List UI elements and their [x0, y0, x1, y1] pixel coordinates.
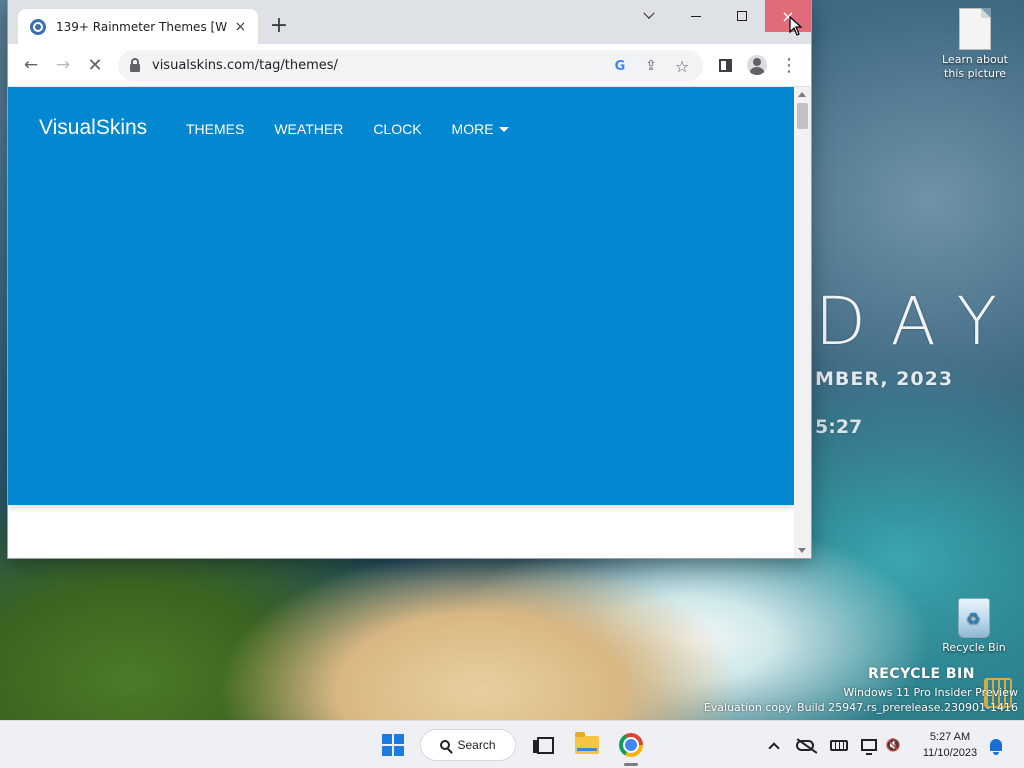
show-hidden-icons-button[interactable] — [764, 733, 784, 757]
close-window-button[interactable]: × — [765, 0, 811, 32]
back-button[interactable]: ← — [17, 51, 45, 79]
chrome-taskbar-button[interactable] — [616, 729, 646, 761]
maximize-button[interactable] — [719, 0, 765, 32]
tab-strip: 139+ Rainmeter Themes [Windows × + × — [8, 0, 811, 44]
taskbar-search-button[interactable]: Search — [420, 729, 516, 761]
cloud-off-icon — [796, 739, 814, 751]
nav-link-themes[interactable]: THEMES — [186, 121, 244, 137]
nav-more-label: MORE — [451, 121, 494, 137]
desktop-icon-label: Recycle Bin — [942, 641, 1006, 654]
minimize-button[interactable] — [673, 0, 719, 32]
page-scrollbar[interactable] — [794, 87, 811, 558]
taskbar: Search 🔇 5:27 AM 11/10/2023 — [0, 720, 1024, 768]
page-viewport: VisualSkins THEMES WEATHER CLOCK MORE — [8, 87, 811, 558]
caret-down-icon — [498, 126, 509, 132]
wallpaper-day-text: DAY — [815, 283, 1024, 360]
wallpaper-recycle-text: RECYCLE BIN — [868, 666, 975, 682]
taskbar-clock[interactable]: 5:27 AM 11/10/2023 — [914, 729, 986, 761]
scrollbar-thumb[interactable] — [797, 103, 808, 129]
volume-button[interactable]: 🔇 — [882, 733, 904, 757]
forward-button[interactable]: → — [49, 51, 77, 79]
bell-icon — [990, 739, 1002, 755]
site-favicon-icon — [30, 18, 46, 35]
site-header: VisualSkins THEMES WEATHER CLOCK MORE — [8, 87, 794, 505]
windows-logo-icon — [382, 734, 404, 756]
folder-icon — [575, 732, 599, 754]
google-lens-icon[interactable]: G — [609, 55, 631, 77]
scroll-up-arrow-icon[interactable] — [798, 92, 806, 97]
minimize-icon — [691, 15, 701, 17]
browser-menu-button[interactable]: ⋮ — [775, 51, 803, 79]
taskbar-search-label: Search — [457, 738, 496, 752]
nav-link-weather[interactable]: WEATHER — [274, 121, 343, 137]
nav-link-clock[interactable]: CLOCK — [373, 121, 421, 137]
side-panel-button[interactable] — [711, 51, 739, 79]
running-indicator — [624, 763, 638, 766]
start-button[interactable] — [378, 729, 408, 761]
side-panel-icon — [718, 58, 732, 72]
file-icon — [959, 8, 991, 50]
onedrive-offline-button[interactable] — [794, 733, 816, 757]
browser-toolbar: ← → ✕ visualskins.com/tag/themes/ G ⇪ ☆ … — [8, 44, 811, 87]
search-icon — [440, 740, 451, 750]
site-brand-link[interactable]: VisualSkins — [39, 116, 147, 140]
network-display-icon — [861, 739, 877, 755]
notifications-button[interactable] — [986, 733, 1006, 757]
site-nav: THEMES WEATHER CLOCK MORE — [186, 121, 539, 137]
tab-close-button[interactable]: × — [233, 19, 248, 35]
task-view-button[interactable] — [528, 729, 556, 761]
chevron-up-icon — [768, 741, 780, 754]
tab-rainmeter-themes[interactable]: 139+ Rainmeter Themes [Windows × — [18, 9, 258, 44]
profile-button[interactable] — [743, 51, 771, 79]
browser-window: 139+ Rainmeter Themes [Windows × + × ← →… — [8, 0, 811, 558]
stop-loading-button[interactable]: ✕ — [81, 51, 109, 79]
profile-avatar-icon — [747, 55, 767, 75]
bookmark-star-icon[interactable]: ☆ — [671, 55, 693, 77]
url-text[interactable]: visualskins.com/tag/themes/ — [152, 58, 338, 73]
file-explorer-button[interactable] — [572, 729, 602, 761]
task-view-icon — [533, 737, 554, 754]
keyboard-icon — [830, 739, 848, 751]
maximize-icon — [737, 11, 747, 21]
nav-link-more[interactable]: MORE — [452, 121, 509, 137]
wallpaper-date-text: MBER, 2023 — [815, 368, 954, 390]
clock-time: 5:27 AM — [929, 731, 971, 743]
lock-icon[interactable] — [130, 57, 140, 72]
share-icon[interactable]: ⇪ — [640, 55, 662, 77]
recycle-bin-icon: ♻ — [958, 598, 990, 638]
address-bar[interactable]: visualskins.com/tag/themes/ G ⇪ ☆ — [118, 50, 703, 81]
wallpaper-time-text: 5:27 — [815, 416, 863, 438]
desktop-icon-recycle-bin[interactable]: ♻ Recycle Bin — [936, 598, 1012, 655]
scroll-down-arrow-icon[interactable] — [798, 548, 806, 553]
chevron-down-icon — [643, 7, 655, 19]
clock-date: 11/10/2023 — [922, 747, 978, 759]
desktop-icon-label: Learn about this picture — [942, 53, 1008, 80]
watermark-edition: Windows 11 Pro Insider Preview — [843, 686, 1018, 699]
network-button[interactable] — [858, 733, 880, 757]
watermark-build: Evaluation copy. Build 25947.rs_prerelea… — [703, 701, 1018, 714]
tab-title: 139+ Rainmeter Themes [Windows — [56, 19, 227, 34]
chrome-icon — [619, 733, 643, 757]
desktop-icon-learn-picture[interactable]: Learn about this picture — [937, 8, 1013, 81]
new-tab-button[interactable]: + — [268, 13, 290, 38]
tab-search-button[interactable] — [626, 0, 672, 32]
input-indicator-button[interactable] — [828, 733, 850, 757]
